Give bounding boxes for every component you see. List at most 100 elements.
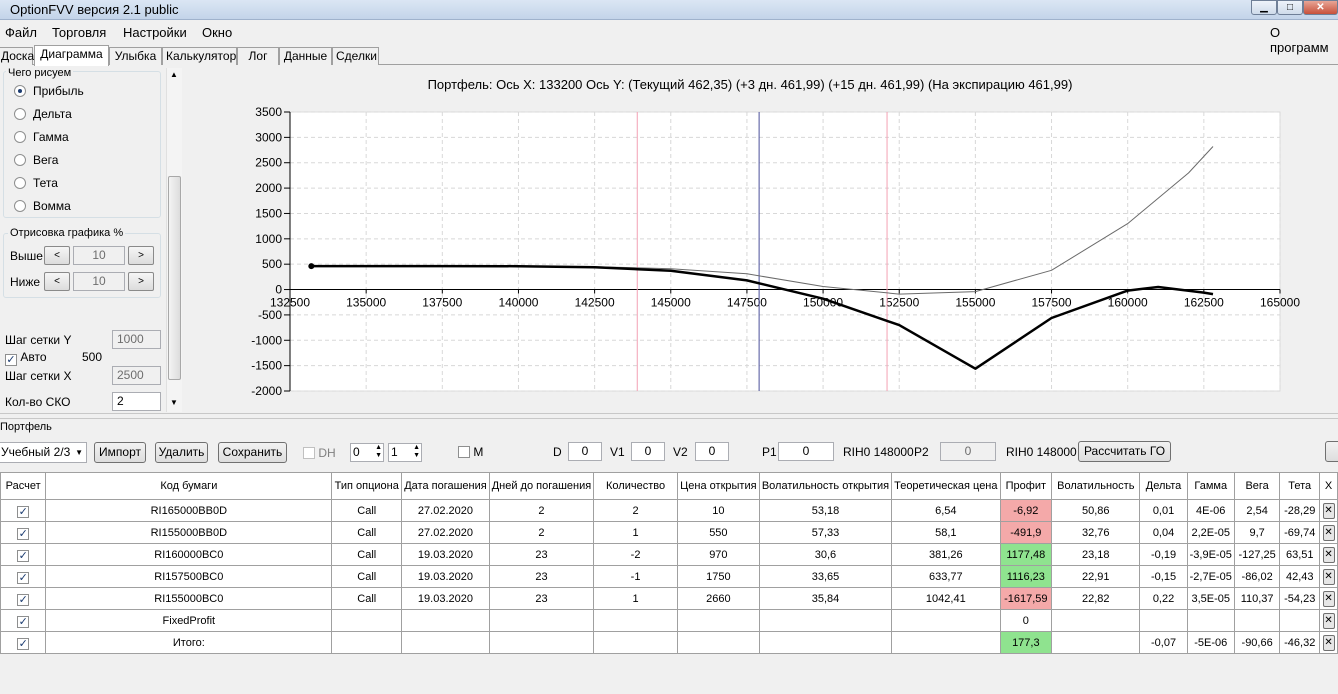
tab-diagram[interactable]: Диаграмма <box>34 45 109 66</box>
minimize-button[interactable]: ▁ <box>1251 0 1277 15</box>
table-row[interactable]: ✓ RI155000BC0 Call 19.03.2020 23 1 2660 35,84 10… <box>0 587 1338 610</box>
calc-checkbox[interactable]: ✓ <box>0 609 47 632</box>
column-header[interactable]: Дата погашения <box>401 472 490 500</box>
menu-window[interactable]: Окно <box>202 25 232 40</box>
menu-settings[interactable]: Настройки <box>123 25 187 40</box>
above-increase-button[interactable]: > <box>128 246 154 265</box>
scroll-thumb[interactable] <box>168 176 181 380</box>
dh-spin-2[interactable]: 1 ▲ ▼ <box>388 443 422 462</box>
column-header[interactable]: Расчет <box>0 472 47 500</box>
tab-calculator[interactable]: Калькулятор <box>162 47 237 65</box>
spin-arrows-icon[interactable]: ▲ ▼ <box>375 444 382 460</box>
remove-row-button[interactable]: ✕ <box>1319 565 1338 588</box>
table-row[interactable]: ✓ RI157500BC0 Call 19.03.2020 23 -1 1750 33,65 6… <box>0 565 1338 588</box>
extra-button[interactable] <box>1325 441 1338 462</box>
radio-delta[interactable]: Дельта <box>14 107 72 121</box>
column-header[interactable]: Вега <box>1233 472 1281 500</box>
table-cell <box>331 609 403 632</box>
calc-checkbox[interactable]: ✓ <box>0 499 47 522</box>
tab-data[interactable]: Данные <box>279 47 332 65</box>
grid-y-input[interactable]: 1000 <box>112 330 161 349</box>
scroll-down-icon[interactable]: ▼ <box>170 398 178 407</box>
check-icon: ✓ <box>17 505 30 518</box>
auto-value: 500 <box>82 350 103 364</box>
remove-row-button[interactable]: ✕ <box>1319 609 1338 632</box>
tab-smile[interactable]: Улыбка <box>109 47 162 65</box>
delete-button[interactable]: Удалить <box>155 442 208 463</box>
radio-theta[interactable]: Тета <box>14 176 58 190</box>
radio-vomma[interactable]: Вомма <box>14 199 71 213</box>
remove-row-button[interactable]: ✕ <box>1319 587 1338 610</box>
remove-row-button[interactable]: ✕ <box>1319 499 1338 522</box>
tab-board[interactable]: Доска <box>0 47 34 65</box>
splitter[interactable] <box>0 413 1338 419</box>
column-header[interactable]: Цена открытия <box>676 472 760 500</box>
save-button[interactable]: Сохранить <box>218 442 287 463</box>
table-cell: 30,6 <box>758 543 893 566</box>
table-row[interactable]: ✓ Итого: 177,3 -0,07 -5E-06 -90,66 -46,32 ✕ <box>0 631 1338 654</box>
menu-trading[interactable]: Торговля <box>52 25 106 40</box>
table-cell: Call <box>331 543 403 566</box>
import-button[interactable]: Импорт <box>94 442 146 463</box>
remove-row-button[interactable]: ✕ <box>1319 543 1338 566</box>
scroll-up-icon[interactable]: ▲ <box>170 70 178 79</box>
table-row[interactable]: ✓ RI155000BB0D Call 27.02.2020 2 1 550 57,33 58,… <box>0 521 1338 544</box>
column-header[interactable]: Гамма <box>1186 472 1235 500</box>
grid-x-label: Шаг сетки X <box>5 369 72 383</box>
tab-deals[interactable]: Сделки <box>332 47 379 65</box>
sko-input[interactable]: 2 <box>112 392 161 411</box>
radio-vega[interactable]: Вега <box>14 153 58 167</box>
table-row[interactable]: ✓ RI160000BC0 Call 19.03.2020 23 -2 970 30,6 381… <box>0 543 1338 566</box>
portfolio-select[interactable]: Учебный 2/3 ▼ <box>0 442 87 463</box>
m-checkbox[interactable]: M <box>458 445 483 459</box>
p2-input[interactable]: 0 <box>940 442 996 461</box>
radio-profit[interactable]: Прибыль <box>14 84 84 98</box>
spin-arrows-icon[interactable]: ▲ ▼ <box>413 444 420 460</box>
p1-input[interactable]: 0 <box>778 442 834 461</box>
column-header[interactable]: Дельта <box>1139 472 1188 500</box>
column-header[interactable]: Количество <box>593 472 678 500</box>
table-cell: 1116,23 <box>999 565 1053 588</box>
dh-spin-1[interactable]: 0 ▲ ▼ <box>350 443 384 462</box>
dh-checkbox[interactable]: DH <box>303 446 336 460</box>
calc-checkbox[interactable]: ✓ <box>0 587 47 610</box>
column-header[interactable]: Профит <box>999 472 1053 500</box>
v2-input[interactable]: 0 <box>695 442 729 461</box>
table-cell: 19.03.2020 <box>401 543 490 566</box>
grid-x-input[interactable]: 2500 <box>112 366 161 385</box>
tab-strip: Доска Диаграмма Улыбка Калькулятор Лог Д… <box>0 45 1338 66</box>
tab-log[interactable]: Лог <box>237 47 279 65</box>
below-increase-button[interactable]: > <box>128 272 154 291</box>
column-header[interactable]: Тип опциона <box>331 472 403 500</box>
close-icon: ✕ <box>1322 634 1335 651</box>
radio-gamma[interactable]: Гамма <box>14 130 69 144</box>
column-header[interactable]: X <box>1319 472 1338 500</box>
calculate-go-button[interactable]: Рассчитать ГО <box>1078 441 1171 462</box>
column-header[interactable]: Волатильность открытия <box>758 472 893 500</box>
menu-file[interactable]: Файл <box>5 25 37 40</box>
column-header[interactable]: Волатильность <box>1051 472 1141 500</box>
column-header[interactable]: Теоретическая цена <box>891 472 1001 500</box>
column-header[interactable]: Код бумаги <box>45 472 333 500</box>
left-panel-scrollbar[interactable]: ▲ ▼ <box>166 68 182 412</box>
remove-row-button[interactable]: ✕ <box>1319 631 1338 654</box>
d-input[interactable]: 0 <box>568 442 602 461</box>
calc-checkbox[interactable]: ✓ <box>0 631 47 654</box>
table-cell: -69,74 <box>1279 521 1321 544</box>
auto-checkbox[interactable]: ✓ Авто <box>5 350 47 366</box>
column-header[interactable]: Дней до погашения <box>488 472 595 500</box>
table-cell <box>1279 609 1321 632</box>
maximize-button[interactable]: □ <box>1277 0 1303 15</box>
calc-checkbox[interactable]: ✓ <box>0 521 47 544</box>
above-decrease-button[interactable]: < <box>44 246 70 265</box>
below-decrease-button[interactable]: < <box>44 272 70 291</box>
close-button[interactable]: ✕ <box>1303 0 1338 15</box>
table-row[interactable]: ✓ RI165000BB0D Call 27.02.2020 2 2 10 53,18 6,54… <box>0 499 1338 522</box>
table-cell: 9,7 <box>1233 521 1281 544</box>
remove-row-button[interactable]: ✕ <box>1319 521 1338 544</box>
calc-checkbox[interactable]: ✓ <box>0 565 47 588</box>
calc-checkbox[interactable]: ✓ <box>0 543 47 566</box>
table-row[interactable]: ✓ FixedProfit 0 ✕ <box>0 609 1338 632</box>
column-header[interactable]: Тета <box>1279 472 1321 500</box>
v1-input[interactable]: 0 <box>631 442 665 461</box>
